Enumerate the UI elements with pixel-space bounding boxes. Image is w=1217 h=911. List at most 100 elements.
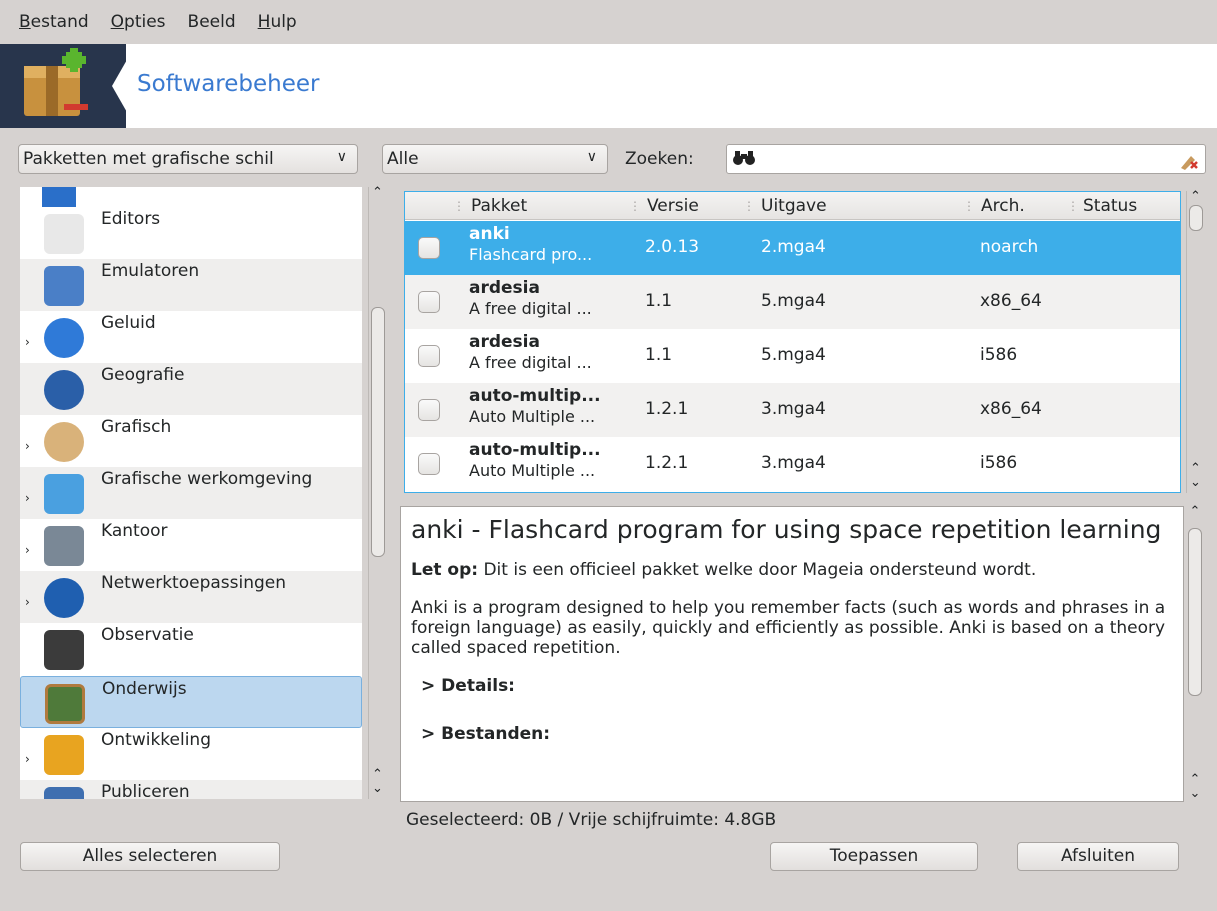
package-state-select[interactable]: Alle ∨	[382, 144, 608, 174]
category-scrollbar[interactable]: ⌃ ⌃ ⌄	[368, 185, 386, 799]
files-label: Bestanden:	[441, 724, 551, 744]
scroll-up-icon[interactable]: ⌃	[1187, 461, 1204, 476]
select-all-button[interactable]: Alles selecteren	[20, 842, 280, 871]
expand-arrow-icon[interactable]: ›	[25, 752, 30, 766]
details-label: Details:	[441, 676, 515, 696]
description-scroll-thumb[interactable]	[1188, 528, 1202, 696]
menu-bestand[interactable]: Bestand	[19, 12, 89, 32]
menubar: Bestand Opties Beeld Hulp	[0, 0, 1217, 44]
table-row[interactable]: ardesia A free digital ... 1.1 5.mga4 x8…	[405, 275, 1180, 329]
column-uitgave[interactable]: Uitgave	[761, 196, 827, 216]
category-item-publiceren[interactable]: Publiceren	[20, 780, 362, 799]
category-label: Grafische werkomgeving	[101, 469, 313, 489]
scroll-down-icon[interactable]: ⌄	[1187, 475, 1204, 490]
expand-arrow-icon[interactable]: ›	[25, 491, 30, 505]
package-table[interactable]: ⋮ Pakket ⋮ Versie ⋮ Uitgave ⋮ Arch. ⋮ St…	[404, 191, 1181, 493]
globe-icon	[44, 370, 84, 410]
category-item-emulatoren[interactable]: Emulatoren	[20, 259, 362, 311]
category-label: Netwerktoepassingen	[101, 573, 287, 593]
package-state-value: Alle	[387, 149, 419, 169]
menu-beeld[interactable]: Beeld	[188, 12, 236, 32]
package-release: 3.mga4	[761, 453, 826, 473]
category-list[interactable]: Editors Emulatoren › Geluid Geografie › …	[20, 187, 362, 799]
palette-icon	[44, 422, 84, 462]
category-item-netwerktoepassingen[interactable]: › Netwerktoepassingen	[20, 571, 362, 623]
clear-search-icon[interactable]	[1177, 148, 1201, 177]
menu-opties[interactable]: Opties	[111, 12, 166, 32]
category-item-onderwijs[interactable]: Onderwijs	[20, 676, 362, 728]
category-label: Publiceren	[101, 782, 190, 799]
scroll-down-icon[interactable]: ⌄	[369, 781, 386, 796]
table-row[interactable]: ardesia A free digital ... 1.1 5.mga4 i5…	[405, 329, 1180, 383]
package-release: 5.mga4	[761, 291, 826, 311]
publish-icon	[44, 787, 84, 799]
package-checkbox[interactable]	[418, 237, 440, 259]
details-expander[interactable]: > Details:	[421, 676, 1173, 696]
category-icon-partial	[42, 187, 76, 207]
expand-arrow-icon[interactable]: ›	[25, 439, 30, 453]
scroll-up-icon[interactable]: ⌃	[1186, 772, 1204, 787]
note-label: Let op:	[411, 560, 479, 580]
category-scroll-thumb[interactable]	[371, 307, 385, 557]
column-pakket[interactable]: Pakket	[471, 196, 527, 216]
package-name: auto-multip...	[469, 386, 601, 406]
category-item-grafisch[interactable]: › Grafisch	[20, 415, 362, 467]
search-input[interactable]	[726, 144, 1206, 174]
package-release: 5.mga4	[761, 345, 826, 365]
menu-hulp[interactable]: Hulp	[258, 12, 297, 32]
table-row[interactable]: auto-multip... Auto Multiple ... 1.2.1 3…	[405, 437, 1180, 491]
table-scroll-thumb[interactable]	[1189, 205, 1203, 231]
expand-arrow-icon[interactable]: ›	[25, 335, 30, 349]
category-label: Kantoor	[101, 521, 168, 541]
category-item-geluid[interactable]: › Geluid	[20, 311, 362, 363]
expand-arrow-icon[interactable]: ›	[25, 543, 30, 557]
speaker-icon	[44, 318, 84, 358]
package-arch: i586	[980, 453, 1018, 473]
scroll-down-icon[interactable]: ⌄	[1186, 786, 1204, 801]
close-button[interactable]: Afsluiten	[1017, 842, 1179, 871]
category-label: Geluid	[101, 313, 156, 333]
column-status[interactable]: Status	[1083, 196, 1137, 216]
scroll-up-icon[interactable]: ⌃	[369, 767, 386, 782]
package-arch: x86_64	[980, 291, 1042, 311]
description-scrollbar[interactable]: ⌃ ⌃ ⌄	[1186, 504, 1204, 802]
category-label: Emulatoren	[101, 261, 200, 281]
expand-arrow-icon[interactable]: ›	[25, 595, 30, 609]
package-checkbox[interactable]	[418, 399, 440, 421]
table-row[interactable]: auto-multip... Auto Multiple ... 1.2.1 3…	[405, 383, 1180, 437]
category-item-editors[interactable]: Editors	[20, 207, 362, 259]
package-checkbox[interactable]	[418, 291, 440, 313]
status-text: Geselecteerd: 0B / Vrije schijfruimte: 4…	[406, 810, 777, 830]
column-arch[interactable]: Arch.	[981, 196, 1025, 216]
scroll-up-icon[interactable]: ⌃	[1186, 504, 1204, 519]
network-globe-icon	[44, 578, 84, 618]
desktop-icon	[44, 474, 84, 514]
scroll-up-icon[interactable]: ⌃	[369, 185, 386, 200]
package-version: 1.1	[645, 345, 673, 365]
chevron-down-icon: ∨	[586, 149, 597, 165]
package-checkbox[interactable]	[418, 453, 440, 475]
chevron-down-icon: ∨	[336, 149, 347, 165]
scroll-up-icon[interactable]: ⌃	[1187, 189, 1204, 204]
column-versie[interactable]: Versie	[647, 196, 699, 216]
files-expander[interactable]: > Bestanden:	[421, 724, 1173, 744]
category-item-grafische-werkomgeving[interactable]: › Grafische werkomgeving	[20, 467, 362, 519]
category-item-geografie[interactable]: Geografie	[20, 363, 362, 415]
apply-button[interactable]: Toepassen	[770, 842, 978, 871]
table-row[interactable]: anki Flashcard pro... 2.0.13 2.mga4 noar…	[405, 221, 1180, 275]
package-release: 3.mga4	[761, 399, 826, 419]
category-item-observatie[interactable]: Observatie	[20, 623, 362, 675]
category-label: Observatie	[101, 625, 194, 645]
table-scrollbar[interactable]: ⌃ ⌃ ⌄	[1186, 189, 1204, 493]
category-item-kantoor[interactable]: › Kantoor	[20, 519, 362, 571]
package-version: 2.0.13	[645, 237, 700, 257]
package-checkbox[interactable]	[418, 345, 440, 367]
category-item-ontwikkeling[interactable]: › Ontwikkeling	[20, 728, 362, 780]
description-body: Anki is a program designed to help you r…	[411, 598, 1166, 658]
package-type-select[interactable]: Pakketten met grafische schil ∨	[18, 144, 358, 174]
editor-icon	[44, 214, 84, 254]
category-label: Onderwijs	[102, 679, 187, 699]
category-label: Grafisch	[101, 417, 172, 437]
emulator-icon	[44, 266, 84, 306]
package-version: 1.2.1	[645, 453, 689, 473]
